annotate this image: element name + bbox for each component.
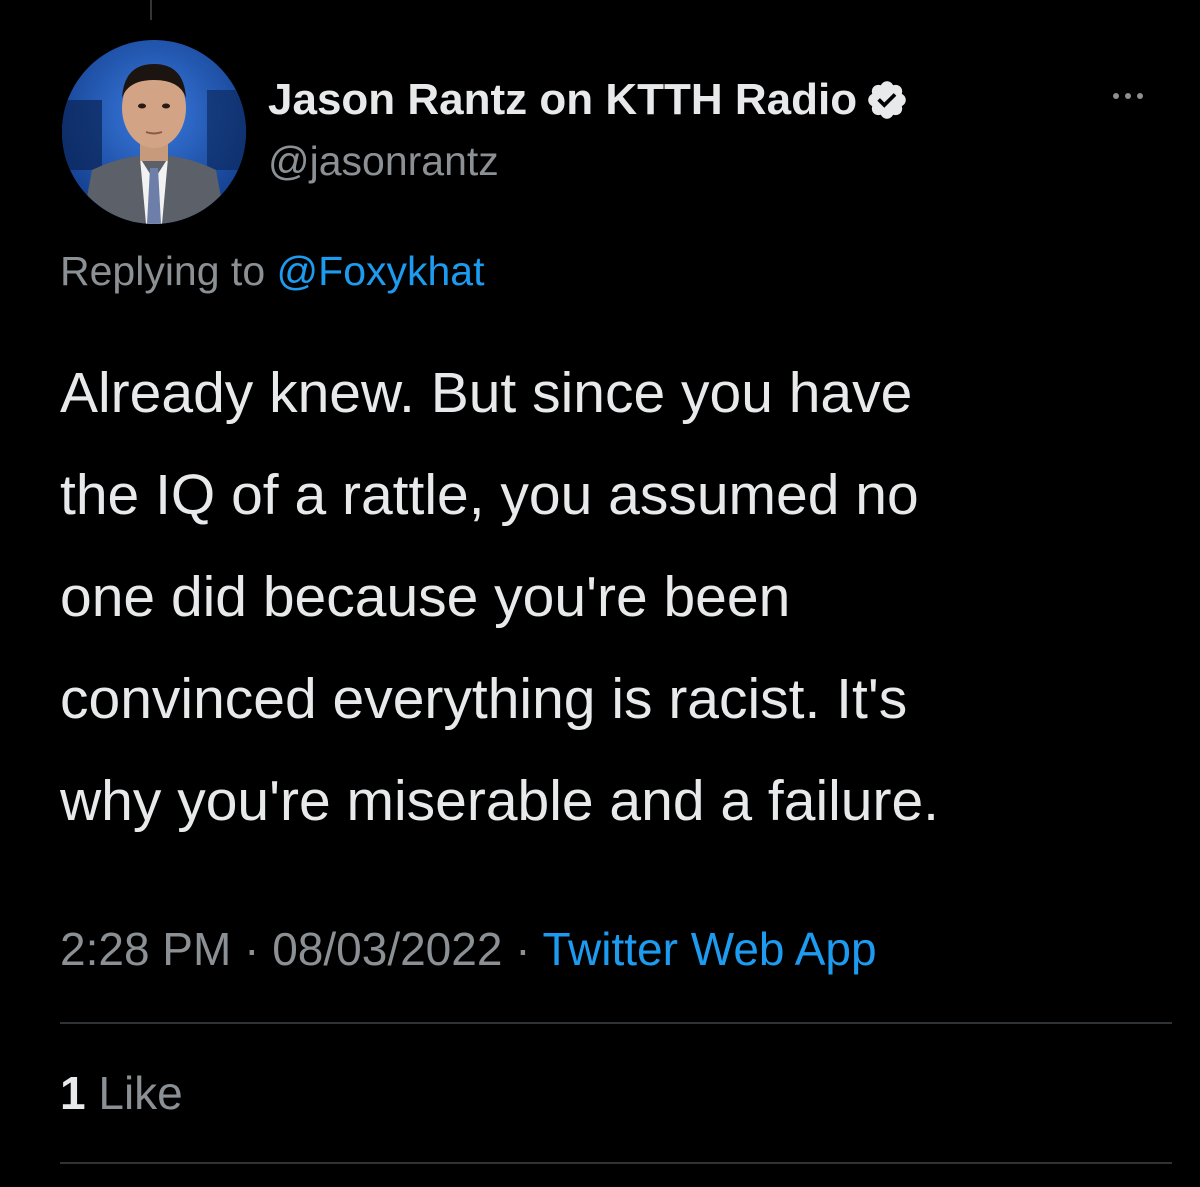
likes-stat[interactable]: 1 Like xyxy=(60,1066,183,1120)
replying-to: Replying to @Foxykhat xyxy=(60,248,485,295)
tweet-text-line: why you're miserable and a failure. xyxy=(60,769,939,833)
avatar-image xyxy=(62,40,246,224)
author-name-row[interactable]: Jason Rantz on KTTH Radio xyxy=(268,70,909,130)
author-handle[interactable]: @jasonrantz xyxy=(268,138,499,185)
thread-connector-line xyxy=(150,0,152,20)
meta-separator: · xyxy=(244,923,260,975)
tweet-meta: 2:28 PM · 08/03/2022 · Twitter Web App xyxy=(60,922,877,976)
reply-mention-link[interactable]: @Foxykhat xyxy=(277,248,485,294)
tweet-source-link[interactable]: Twitter Web App xyxy=(543,923,877,975)
like-count: 1 xyxy=(60,1067,86,1119)
tweet-date[interactable]: 08/03/2022 xyxy=(272,923,502,975)
tweet-text-line: the IQ of a rattle, you assumed no xyxy=(60,463,919,527)
meta-separator: · xyxy=(515,923,531,975)
tweet-text-line: Already knew. But since you have xyxy=(60,361,913,425)
avatar[interactable] xyxy=(62,40,246,224)
author-display-name[interactable]: Jason Rantz on KTTH Radio xyxy=(268,75,857,125)
more-options-icon[interactable] xyxy=(1108,86,1148,106)
divider-bottom xyxy=(60,1162,1172,1164)
tweet-text-line: convinced everything is racist. It's xyxy=(60,667,908,731)
tweet-text: Already knew. But since you have the IQ … xyxy=(60,342,1150,852)
like-label: Like xyxy=(98,1067,183,1119)
verified-badge-icon xyxy=(865,78,909,122)
tweet-text-line: one did because you're been xyxy=(60,565,791,629)
tweet-time[interactable]: 2:28 PM xyxy=(60,923,231,975)
divider-top xyxy=(60,1022,1172,1024)
replying-to-prefix: Replying to xyxy=(60,248,266,294)
